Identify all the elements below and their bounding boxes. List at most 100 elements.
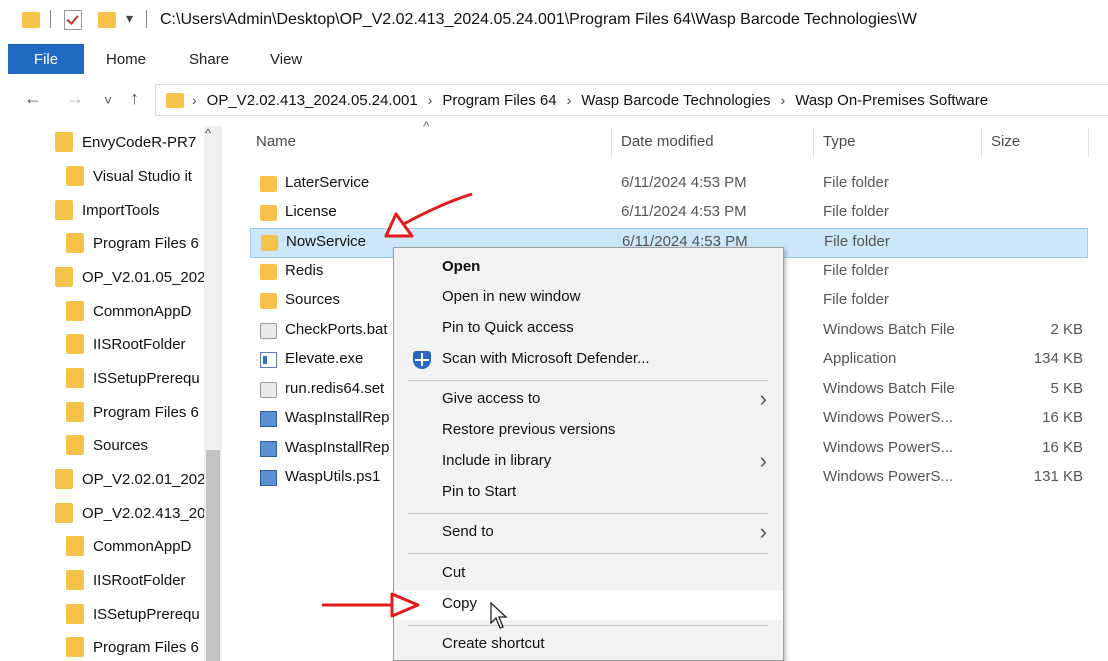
file-name: Elevate.exe: [285, 350, 364, 367]
up-button[interactable]: ↑: [130, 88, 139, 109]
breadcrumb-separator[interactable]: ›: [567, 92, 572, 108]
menu-item-pin-to-start[interactable]: Pin to Start: [394, 478, 783, 508]
file-size: 131 KB: [1033, 468, 1083, 485]
file-row[interactable]: LaterService 6/11/2024 4:53 PM File fold…: [250, 170, 1088, 198]
breadcrumb-item-current[interactable]: Wasp On-Premises Software: [795, 92, 988, 109]
menu-item-open[interactable]: Open: [394, 253, 783, 283]
tab-view[interactable]: View: [270, 44, 302, 74]
menu-item-copy[interactable]: Copy: [394, 590, 783, 620]
divider[interactable]: [611, 128, 612, 158]
context-menu: Open Open in new window Pin to Quick acc…: [393, 247, 784, 661]
folder-icon: [261, 235, 278, 251]
breadcrumb-item[interactable]: Wasp Barcode Technologies: [581, 92, 770, 109]
divider[interactable]: [981, 128, 982, 158]
scroll-up-button[interactable]: ^: [205, 126, 211, 141]
file-type: Windows PowerS...: [823, 468, 954, 485]
sidebar-item[interactable]: CommonAppD: [66, 295, 191, 327]
breadcrumb-item[interactable]: OP_V2.02.413_2024.05.24.001: [207, 92, 418, 109]
sidebar-item[interactable]: ImportTools: [55, 194, 160, 226]
powershell-file-icon: [260, 470, 277, 486]
address-bar[interactable]: › OP_V2.02.413_2024.05.24.001 › Program …: [155, 84, 1108, 116]
menu-item-cut[interactable]: Cut: [394, 559, 783, 589]
new-folder-icon[interactable]: [98, 12, 116, 28]
folder-icon: [260, 205, 277, 221]
tab-file[interactable]: File: [8, 44, 84, 74]
menu-item-open-in-new-window[interactable]: Open in new window: [394, 283, 783, 313]
divider[interactable]: [813, 128, 814, 158]
column-header-date[interactable]: Date modified: [621, 133, 714, 150]
file-name: run.redis64.set: [285, 380, 385, 397]
file-row[interactable]: License 6/11/2024 4:53 PM File folder: [250, 199, 1088, 227]
column-header-type[interactable]: Type: [823, 133, 856, 150]
sidebar-item[interactable]: OP_V2.02.413_20: [55, 497, 205, 529]
sidebar-item[interactable]: Program Files 6: [66, 227, 199, 259]
file-type: Windows Batch File: [823, 380, 955, 397]
menu-item-pin-to-quick-access[interactable]: Pin to Quick access: [394, 314, 783, 344]
title-bar: ▾ C:\Users\Admin\Desktop\OP_V2.02.413_20…: [0, 0, 1108, 40]
sidebar-item[interactable]: IISRootFolder: [66, 564, 186, 596]
recent-locations-button[interactable]: ˅: [104, 92, 112, 108]
sidebar-item[interactable]: EnvyCodeR-PR7: [55, 126, 196, 158]
back-button[interactable]: ←: [24, 88, 42, 109]
file-size: 16 KB: [1042, 439, 1083, 456]
tab-home[interactable]: Home: [106, 44, 146, 74]
sidebar-item[interactable]: OP_V2.02.01_202: [55, 463, 205, 495]
sidebar-item[interactable]: Program Files 6: [66, 396, 199, 428]
folder-icon: [55, 503, 73, 523]
ribbon-tabs: File Home Share View: [0, 44, 1108, 74]
menu-item-create-shortcut[interactable]: Create shortcut: [394, 630, 783, 660]
breadcrumb-separator[interactable]: ›: [781, 92, 786, 108]
sidebar-item[interactable]: ISSetupPrerequ: [66, 598, 200, 630]
menu-item-restore-previous-versions[interactable]: Restore previous versions: [394, 416, 783, 446]
sidebar-item[interactable]: CommonAppD: [66, 530, 191, 562]
menu-item-scan-with-defender[interactable]: Scan with Microsoft Defender...: [394, 345, 783, 375]
sidebar-scrollbar-thumb[interactable]: [206, 450, 220, 661]
menu-item-give-access-to[interactable]: Give access to ›: [394, 385, 783, 415]
batch-file-icon: [260, 323, 277, 339]
sidebar-item[interactable]: Program Files 6: [66, 631, 199, 661]
folder-icon: [66, 334, 84, 354]
breadcrumb-item[interactable]: Program Files 64: [442, 92, 556, 109]
file-name: License: [285, 203, 337, 220]
application-icon: [260, 352, 277, 368]
properties-icon[interactable]: [64, 10, 82, 30]
file-size: 16 KB: [1042, 409, 1083, 426]
menu-item-send-to[interactable]: Send to ›: [394, 518, 783, 548]
sidebar-item[interactable]: Visual Studio it: [66, 160, 192, 192]
menu-item-include-in-library[interactable]: Include in library ›: [394, 447, 783, 477]
mouse-cursor-icon: [490, 601, 508, 629]
batch-file-icon: [260, 382, 277, 398]
submenu-arrow-icon: ›: [759, 519, 767, 544]
forward-button[interactable]: →: [66, 88, 84, 109]
file-date: 6/11/2024 4:53 PM: [621, 203, 747, 220]
column-header-size[interactable]: Size: [991, 133, 1020, 150]
folder-icon: [66, 604, 84, 624]
sidebar-item[interactable]: IISRootFolder: [66, 328, 186, 360]
window-title-path: C:\Users\Admin\Desktop\OP_V2.02.413_2024…: [160, 11, 917, 28]
tab-share[interactable]: Share: [189, 44, 229, 74]
folder-icon: [55, 469, 73, 489]
sidebar-item[interactable]: Sources: [66, 429, 148, 461]
file-name: WaspInstallRep: [285, 439, 390, 456]
menu-separator: [408, 553, 768, 554]
menu-separator: [408, 513, 768, 514]
column-header-name[interactable]: Name: [256, 133, 296, 150]
file-name: Sources: [285, 291, 341, 308]
divider[interactable]: [1088, 128, 1089, 158]
submenu-arrow-icon: ›: [759, 448, 767, 473]
file-name: WaspInstallRep: [285, 409, 390, 426]
sidebar-item[interactable]: OP_V2.01.05_202: [55, 261, 205, 293]
sidebar-item[interactable]: ISSetupPrerequ: [66, 362, 200, 394]
powershell-file-icon: [260, 441, 277, 457]
divider: [50, 10, 51, 28]
file-type: File folder: [823, 174, 889, 191]
file-size: 2 KB: [1050, 321, 1083, 338]
folder-icon: [66, 301, 84, 321]
menu-separator: [408, 380, 768, 381]
file-type: Windows Batch File: [823, 321, 955, 338]
breadcrumb-separator[interactable]: ›: [428, 92, 433, 108]
file-type: Application: [823, 350, 897, 367]
breadcrumb-separator[interactable]: ›: [192, 92, 197, 108]
sort-ascending-icon: ^: [423, 118, 430, 134]
quick-access-dropdown[interactable]: ▾: [126, 10, 133, 27]
